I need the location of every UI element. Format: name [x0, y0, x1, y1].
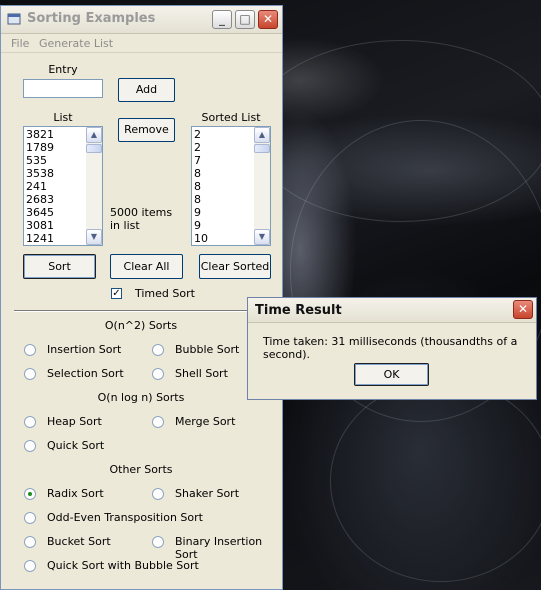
label-heap-sort[interactable]: Heap Sort: [47, 415, 102, 428]
scroll-up-icon[interactable]: ▲: [254, 127, 270, 143]
dialog-close-button[interactable]: ✕: [513, 300, 533, 319]
close-button[interactable]: ✕: [258, 10, 278, 29]
maximize-button[interactable]: □: [235, 10, 255, 29]
remove-button[interactable]: Remove: [118, 118, 175, 142]
dialog-title: Time Result: [255, 303, 342, 318]
radio-radix-sort[interactable]: [24, 488, 36, 500]
radio-selection-sort[interactable]: [24, 368, 36, 380]
clear-sorted-button[interactable]: Clear Sorted: [199, 254, 271, 279]
scroll-thumb[interactable]: [86, 144, 102, 153]
label-selection-sort[interactable]: Selection Sort: [47, 367, 124, 380]
unsorted-list[interactable]: 3821 1789 535 3538 241 2683 3645 3081 12…: [23, 126, 103, 246]
label-shell-sort[interactable]: Shell Sort: [175, 367, 228, 380]
radio-quick-bubble-sort[interactable]: [24, 560, 36, 572]
item-count-text: 5000 items in list: [110, 206, 173, 232]
sorted-list-label: Sorted List: [201, 111, 261, 124]
divider: [14, 310, 270, 312]
radio-bubble-sort[interactable]: [152, 344, 164, 356]
label-odd-even-sort[interactable]: Odd-Even Transposition Sort: [47, 511, 203, 524]
minimize-button[interactable]: _: [212, 10, 232, 29]
timed-sort-label[interactable]: Timed Sort: [135, 287, 195, 300]
wallpaper-swirl: [330, 380, 541, 582]
label-insertion-sort[interactable]: Insertion Sort: [47, 343, 121, 356]
radio-binary-insertion-sort[interactable]: [152, 536, 164, 548]
group-heading-quadratic: O(n^2) Sorts: [104, 319, 178, 332]
radio-merge-sort[interactable]: [152, 416, 164, 428]
ok-button[interactable]: OK: [354, 363, 429, 386]
list-scrollbar[interactable]: ▲ ▼: [86, 127, 102, 245]
sorting-examples-window: Sorting Examples _ □ ✕ File Generate Lis…: [0, 5, 283, 590]
entry-input[interactable]: [23, 79, 103, 98]
label-radix-sort[interactable]: Radix Sort: [47, 487, 104, 500]
scroll-up-icon[interactable]: ▲: [86, 127, 102, 143]
clear-all-button[interactable]: Clear All: [110, 254, 183, 279]
group-heading-nlogn: O(n log n) Sorts: [97, 391, 185, 404]
label-shaker-sort[interactable]: Shaker Sort: [175, 487, 239, 500]
label-bubble-sort[interactable]: Bubble Sort: [175, 343, 239, 356]
dialog-message: Time taken: 31 milliseconds (thousandths…: [263, 335, 518, 361]
label-bucket-sort[interactable]: Bucket Sort: [47, 535, 111, 548]
entry-label: Entry: [48, 63, 78, 76]
radio-shell-sort[interactable]: [152, 368, 164, 380]
radio-insertion-sort[interactable]: [24, 344, 36, 356]
menu-generate-list[interactable]: Generate List: [39, 37, 113, 50]
radio-shaker-sort[interactable]: [152, 488, 164, 500]
label-quick-bubble-sort[interactable]: Quick Sort with Bubble Sort: [47, 559, 199, 572]
radio-odd-even-sort[interactable]: [24, 512, 36, 524]
radio-quick-sort[interactable]: [24, 440, 36, 452]
label-quick-sort[interactable]: Quick Sort: [47, 439, 104, 452]
radio-bucket-sort[interactable]: [24, 536, 36, 548]
scroll-down-icon[interactable]: ▼: [86, 229, 102, 245]
radio-heap-sort[interactable]: [24, 416, 36, 428]
window-title: Sorting Examples: [27, 11, 156, 26]
add-button[interactable]: Add: [118, 78, 175, 102]
group-heading-other: Other Sorts: [109, 463, 173, 476]
list-label: List: [53, 111, 73, 124]
dialog-title-bar[interactable]: Time Result ✕: [248, 298, 536, 323]
sorted-list[interactable]: 2 2 7 8 8 8 9 9 10 ▲ ▼: [191, 126, 271, 246]
scroll-down-icon[interactable]: ▼: [254, 229, 270, 245]
scroll-thumb[interactable]: [254, 144, 270, 153]
label-binary-insertion-sort[interactable]: Binary Insertion Sort: [175, 535, 282, 561]
title-bar[interactable]: Sorting Examples _ □ ✕: [1, 6, 282, 34]
app-icon: [7, 13, 21, 25]
label-merge-sort[interactable]: Merge Sort: [175, 415, 235, 428]
sorted-list-scrollbar[interactable]: ▲ ▼: [254, 127, 270, 245]
menu-bar: File Generate List: [1, 34, 282, 53]
time-result-dialog: Time Result ✕ Time taken: 31 millisecond…: [247, 297, 537, 400]
sort-button[interactable]: Sort: [23, 254, 96, 279]
menu-file[interactable]: File: [11, 37, 29, 50]
timed-sort-checkbox[interactable]: ✓: [111, 288, 122, 299]
